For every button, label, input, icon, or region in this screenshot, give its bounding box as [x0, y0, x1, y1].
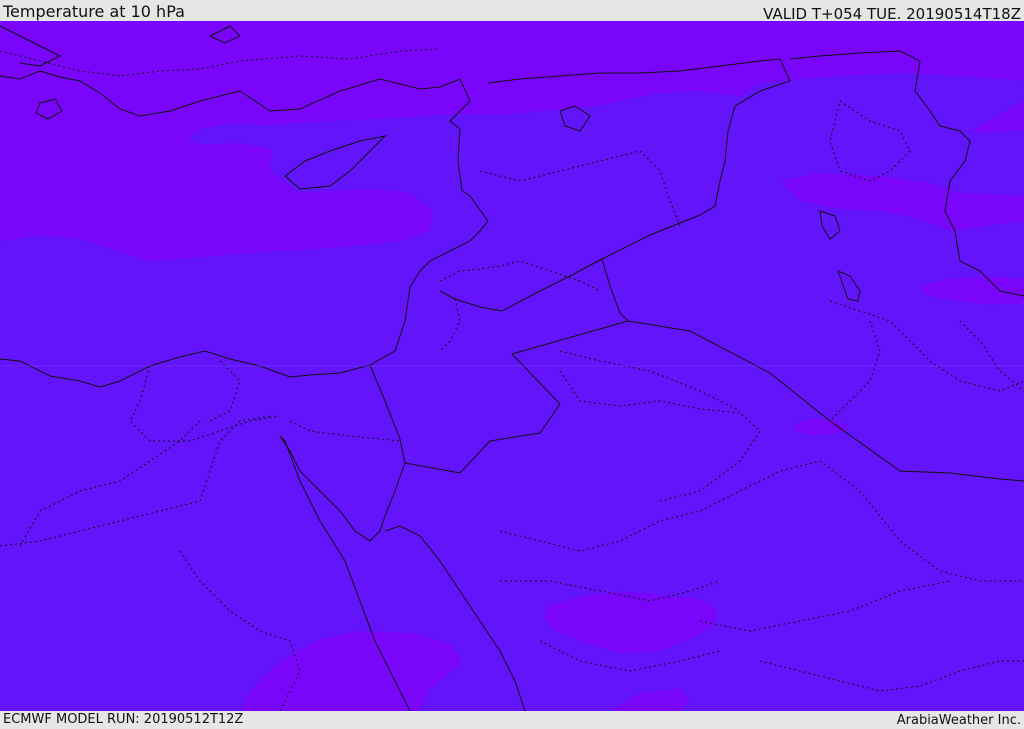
map-canvas	[0, 21, 1024, 711]
map-title: Temperature at 10 hPa	[3, 2, 185, 21]
model-run-label: ECMWF MODEL RUN: 20190512T12Z	[3, 712, 244, 727]
header-bar: Temperature at 10 hPa VALID T+054 TUE. 2…	[0, 0, 1024, 23]
map-svg	[0, 21, 1024, 711]
credit-label: ArabiaWeather Inc.	[896, 713, 1021, 728]
footer-bar: ECMWF MODEL RUN: 20190512T12Z ArabiaWeat…	[0, 711, 1024, 729]
weather-map-page: Temperature at 10 hPa VALID T+054 TUE. 2…	[0, 0, 1024, 729]
